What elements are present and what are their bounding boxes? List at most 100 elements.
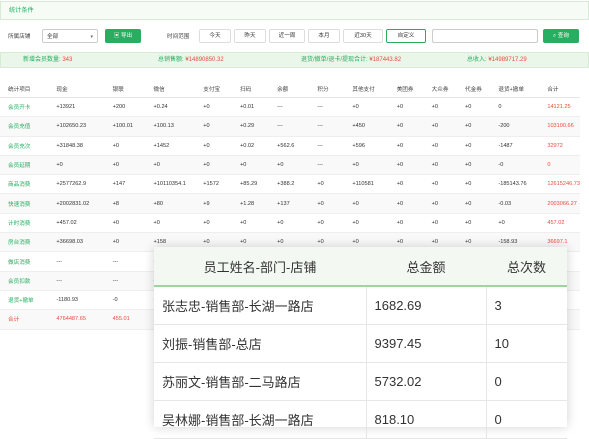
table-cell: +0.24 [145,97,196,118]
table-cell: --- [309,116,345,137]
range-today-button[interactable]: 今天 [199,29,231,43]
table-cell: +0 [457,97,491,118]
table-cell: --- [269,116,310,137]
total-amount: 9397.45 [366,324,487,363]
range-custom-button[interactable]: 自定义 [386,29,426,43]
table-cell: +0 [457,155,491,176]
date-range-input[interactable] [432,29,538,43]
table-cell: +0 [457,193,491,214]
table-row: 会员充次 +31848.38 +0 +1452 +0 +0.02 +562.6 --- +596… [0,136,580,156]
row-label[interactable]: 会员开卡 [0,97,49,118]
row-label[interactable]: 商品消费 [0,174,49,195]
range-label: 时间范围 [167,34,190,40]
row-label[interactable]: 会员扣款 [0,271,49,291]
table-cell: --- [309,136,345,156]
row-label[interactable]: 会员延期 [0,155,49,176]
table-cell: --- [104,251,146,272]
table-row: 计时消费 +457.02 +0 +0 +0 +0 +0 +0 +0 +0 +0 +0 +0 457.02 [0,213,580,234]
row-label[interactable]: 退货+撤单 [0,290,49,311]
table-cell: 4764487.65 [48,309,105,330]
table-cell: +9 [195,193,232,214]
table-cell: -1180.93 [48,290,105,311]
row-label[interactable]: 做店消费 [0,251,49,272]
table-cell: +200 [104,97,146,118]
table-cell: --- [269,97,310,118]
range-month-button[interactable]: 本月 [308,29,340,43]
list-item: 刘振-销售部-总店 9397.45 10 [154,324,567,363]
table-cell: +0.29 [232,116,270,137]
table-cell: +0 [195,97,232,118]
table-cell: +85.29 [232,174,270,195]
row-label[interactable]: 快速消费 [0,193,49,214]
table-cell: +8 [104,193,146,214]
range-30days-button[interactable]: 近30天 [343,29,383,43]
row-label[interactable]: 房台消费 [0,232,49,253]
table-cell: +0 [344,155,389,176]
table-cell: +0 [104,155,146,176]
column-header: 代金券 [457,80,491,98]
table-cell: -0 [490,155,540,176]
column-header: 大众券 [423,80,457,98]
table-cell: +0 [423,155,457,176]
column-header: 总金额 [366,247,486,287]
table-cell: +13921 [48,97,105,118]
table-cell: +80 [145,193,196,214]
range-week-button[interactable]: 近一周 [269,29,305,43]
table-cell: +0 [269,155,310,176]
list-item: 张志忠-销售部-长湖一路店 1682.69 3 [154,286,567,325]
table-cell: 0 [539,155,580,176]
table-cell: +0 [344,193,389,214]
table-cell: +0 [457,116,491,137]
stat-new-members: 新增会员数量: 343 [23,57,73,63]
table-cell: --- [48,251,105,272]
row-label: 合计 [0,309,49,330]
table-cell: +147 [104,174,146,195]
table-cell: +0 [388,136,424,156]
table-cell: +100.13 [145,116,196,137]
total-amount: 818.10 [366,400,487,439]
table-cell: 14121.25 [539,97,580,118]
table-cell: +0 [195,213,232,234]
table-cell: --- [309,97,345,118]
table-cell: -0.03 [490,193,540,214]
table-cell: +31848.38 [48,136,105,156]
store-select[interactable]: 全部 ▾ [42,29,98,43]
column-header: 微信 [145,80,196,98]
table-cell: +0 [48,155,105,176]
table-cell: +2002831.02 [48,193,105,214]
employee-name: 刘振-销售部-总店 [154,324,367,363]
table-cell: +0 [104,136,146,156]
row-label[interactable]: 计时消费 [0,213,49,234]
table-cell: +36698.03 [48,232,105,253]
table-cell: +0.01 [232,97,270,118]
table-cell: +0 [457,136,491,156]
table-cell: -1487 [490,136,540,156]
row-label[interactable]: 会员充次 [0,136,49,156]
column-header: 合计 [539,80,580,98]
table-cell: +0 [309,174,345,195]
search-button[interactable]: ⌕ 查询 [543,29,579,43]
table-row: 会员延期 +0 +0 +0 +0 +0 +0 --- +0 +0 +0 +0 -0 0 [0,155,580,176]
table-cell: +137 [269,193,310,214]
employee-name: 张志忠-销售部-长湖一路店 [154,286,367,325]
export-button[interactable]: ▣ 导出 [105,29,141,43]
table-cell: +0 [457,213,491,234]
table-cell: 2003066.27 [539,193,580,214]
table-cell: +0 [104,213,146,234]
list-item: 苏丽文-销售部-二马路店 5732.02 0 [154,362,567,401]
range-yesterday-button[interactable]: 昨天 [234,29,266,43]
column-header: 统计项目 [0,80,49,98]
employee-name: 苏丽文-销售部-二马路店 [154,362,367,401]
employee-table-header: 员工姓名-部门-店铺 总金额 总次数 [154,247,567,287]
table-cell: 32972 [539,136,580,156]
table-cell: +0 [309,193,345,214]
summary-stats-bar: 新增会员数量: 343 总销售额: ¥14890850.32 退货/撤单/退卡/… [0,52,589,68]
row-label[interactable]: 会员充值 [0,116,49,137]
table-cell: --- [309,155,345,176]
table-cell: +1.28 [232,193,270,214]
table-cell: +0.02 [232,136,270,156]
column-header: 银联 [104,80,146,98]
table-cell: +0 [232,155,270,176]
table-cell: +0 [388,174,424,195]
table-cell: +0 [423,116,457,137]
